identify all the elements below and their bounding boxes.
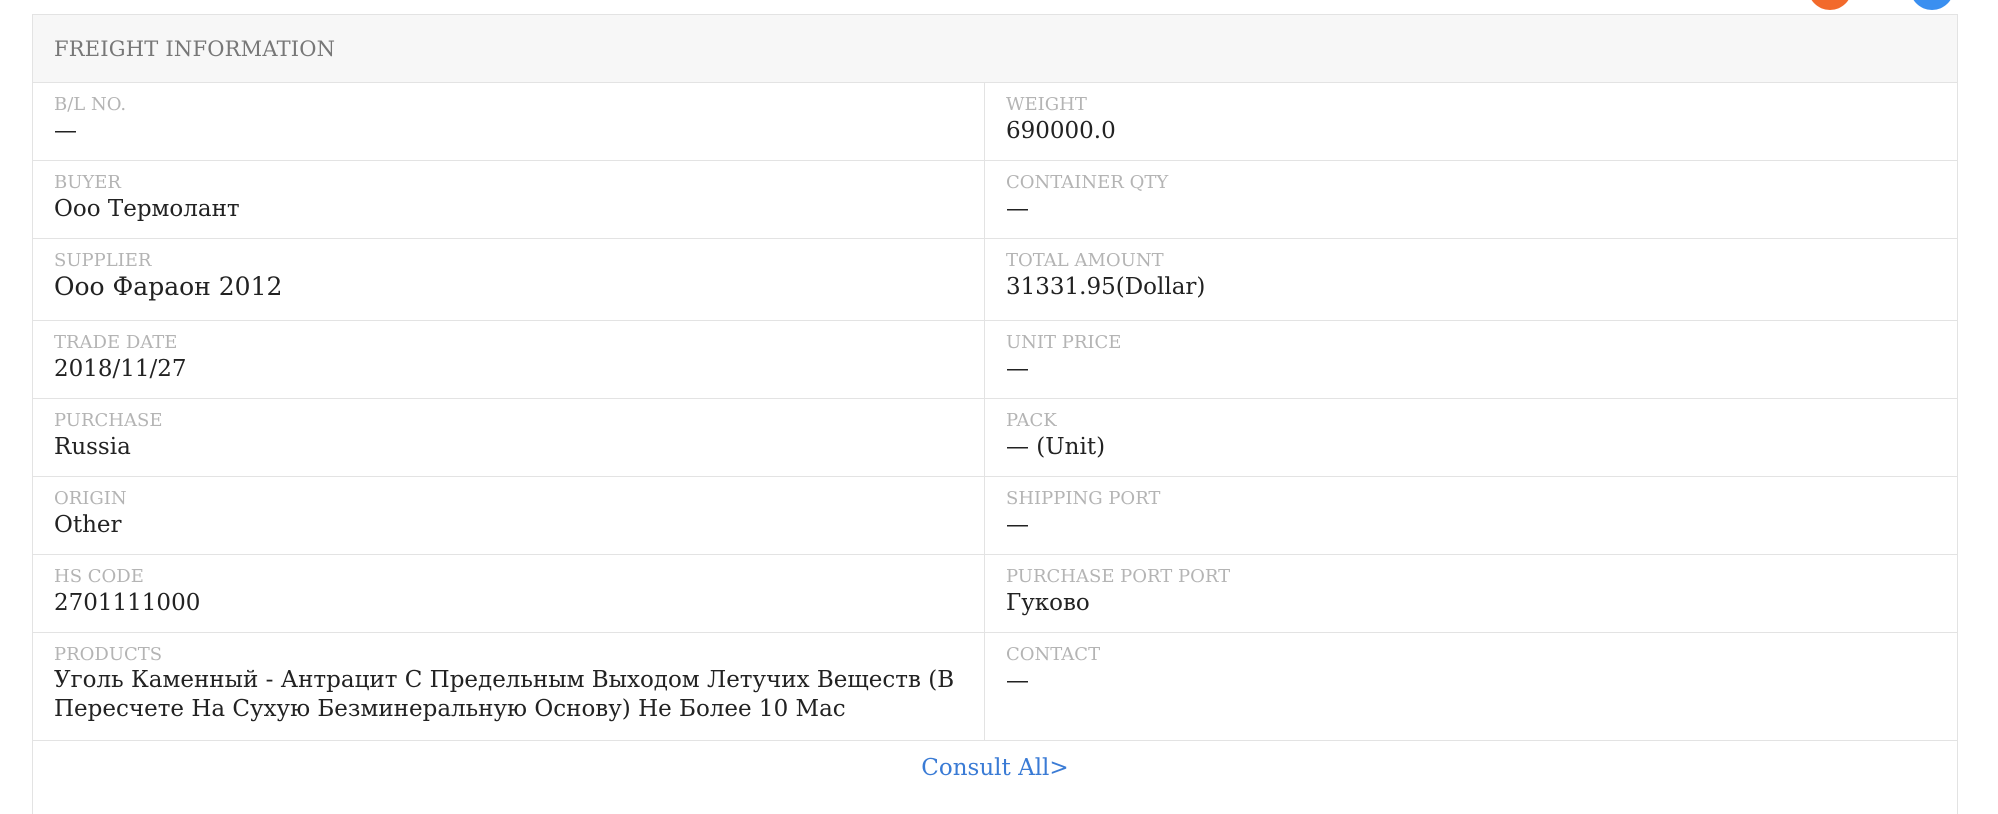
field-buyer: BUYER Ооо Термолант [33,161,985,238]
freight-information-panel: FREIGHT INFORMATION B/L NO. — WEIGHT 690… [32,14,1958,814]
field-label: B/L NO. [54,94,127,115]
field-value: Ооо Фараон 2012 [54,272,283,301]
table-row: ORIGIN Other SHIPPING PORT — [33,477,1957,555]
field-label: CONTAINER QTY [1006,172,1169,193]
field-contact: CONTACT — [985,633,1957,740]
field-label: SHIPPING PORT [1006,488,1161,509]
field-shipping-port: SHIPPING PORT — [985,477,1957,554]
field-pack: PACK — (Unit) [985,399,1957,476]
field-unit-price: UNIT PRICE — [985,321,1957,398]
field-value: — [1006,196,1029,222]
field-value: 2701111000 [54,590,201,616]
table-row: TRADE DATE 2018/11/27 UNIT PRICE — [33,321,1957,399]
field-label: PRODUCTS [54,644,163,665]
field-value: Ооо Термолант [54,196,240,222]
field-value: 690000.0 [1006,118,1116,144]
table-row: HS CODE 2701111000 PURCHASE PORT PORT Гу… [33,555,1957,633]
field-hs-code: HS CODE 2701111000 [33,555,985,632]
field-label: ORIGIN [54,488,127,509]
field-label: PACK [1006,410,1057,431]
field-value: — [1006,512,1029,538]
field-products: PRODUCTS Уголь Каменный - Антрацит С Пре… [33,633,985,740]
field-value: Russia [54,434,131,460]
field-label: UNIT PRICE [1006,332,1122,353]
field-purchase-port: PURCHASE PORT PORT Гуково [985,555,1957,632]
field-origin: ORIGIN Other [33,477,985,554]
field-value: Гуково [1006,590,1090,616]
field-supplier: SUPPLIER Ооо Фараон 2012 [33,239,985,320]
field-label: TRADE DATE [54,332,178,353]
field-bl-no: B/L NO. — [33,83,985,160]
consult-all-link[interactable]: Consult All> [921,755,1068,801]
field-label: WEIGHT [1006,94,1087,115]
field-value: Уголь Каменный - Антрацит С Предельным В… [54,667,955,722]
field-value: Other [54,512,122,538]
field-label: HS CODE [54,566,144,587]
field-label: CONTACT [1006,644,1101,665]
field-label: PURCHASE [54,410,163,431]
table-row: PURCHASE Russia PACK — (Unit) [33,399,1957,477]
field-container-qty: CONTAINER QTY — [985,161,1957,238]
table-row: B/L NO. — WEIGHT 690000.0 [33,83,1957,161]
field-trade-date: TRADE DATE 2018/11/27 [33,321,985,398]
field-label: BUYER [54,172,121,193]
table-row: BUYER Ооо Термолант CONTAINER QTY — [33,161,1957,239]
field-value: 2018/11/27 [54,356,187,382]
field-value: — [54,118,77,144]
table-row: SUPPLIER Ооо Фараон 2012 TOTAL AMOUNT 31… [33,239,1957,321]
field-label: SUPPLIER [54,250,152,271]
field-weight: WEIGHT 690000.0 [985,83,1957,160]
field-value: — [1006,356,1029,382]
field-value: 31331.95(Dollar) [1006,274,1206,300]
field-total-amount: TOTAL AMOUNT 31331.95(Dollar) [985,239,1957,320]
table-row: PRODUCTS Уголь Каменный - Антрацит С Пре… [33,633,1957,741]
avatar-blue[interactable] [1910,0,1954,10]
panel-footer: Consult All> [33,741,1957,801]
field-value: — (Unit) [1006,434,1106,460]
field-value: — [1006,668,1029,694]
avatar-orange[interactable] [1808,0,1852,10]
field-label: PURCHASE PORT PORT [1006,566,1231,587]
panel-title: FREIGHT INFORMATION [33,15,1957,83]
field-label: TOTAL AMOUNT [1006,250,1164,271]
field-purchase: PURCHASE Russia [33,399,985,476]
